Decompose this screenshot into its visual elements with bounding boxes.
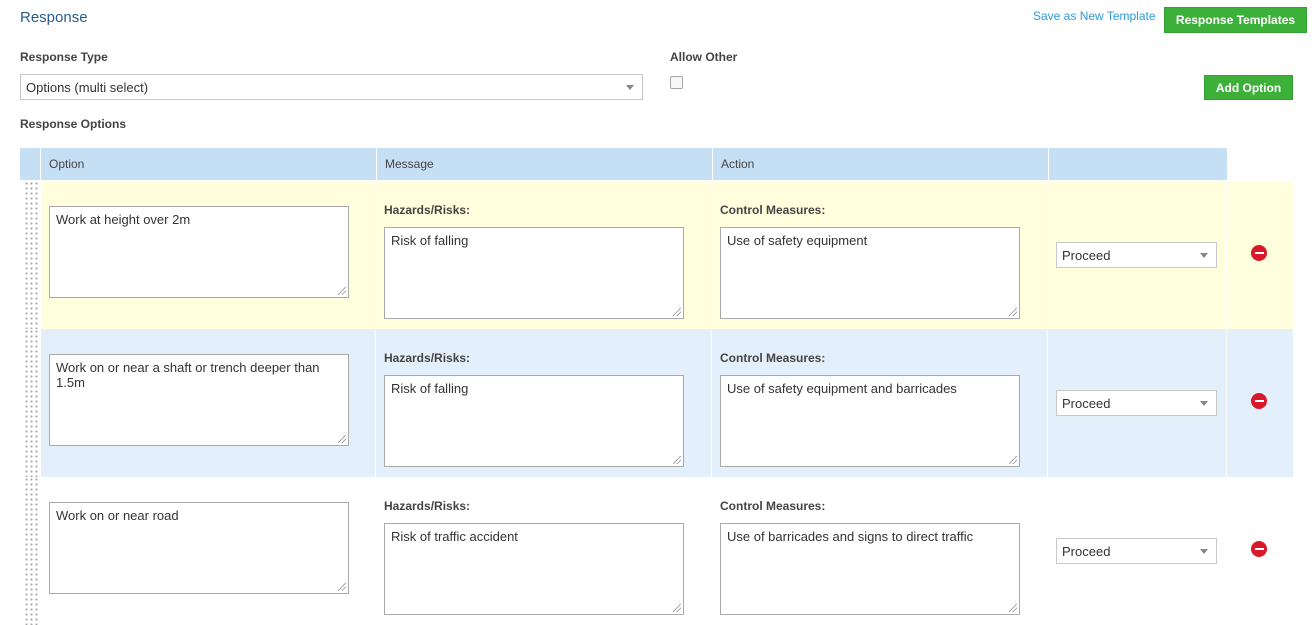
hazards-textarea[interactable]: Risk of falling [384,375,684,467]
chevron-down-icon [626,85,634,90]
action-value: Proceed [1062,543,1111,559]
table-row: Work on or near road Hazards/Risks: Risk… [20,477,1293,625]
column-header-blank [1048,148,1227,180]
chevron-down-icon [1200,401,1208,406]
column-header-action: Action [712,148,1048,180]
remove-icon[interactable] [1251,245,1267,261]
control-measures-text: Use of safety equipment [727,233,868,248]
drag-handle[interactable] [24,329,38,477]
option-textarea[interactable]: Work on or near road [49,502,349,594]
action-value: Proceed [1062,247,1111,263]
control-measures-textarea[interactable]: Use of safety equipment and barricades [720,375,1020,467]
control-measures-label: Control Measures: [720,499,826,513]
control-measures-label: Control Measures: [720,203,826,217]
control-measures-label: Control Measures: [720,351,826,365]
response-templates-button[interactable]: Response Templates [1164,7,1307,33]
resize-grip-icon[interactable] [673,604,681,612]
resize-grip-icon[interactable] [673,456,681,464]
control-measures-textarea[interactable]: Use of barricades and signs to direct tr… [720,523,1020,615]
table-row: Work at height over 2m Hazards/Risks: Ri… [20,181,1293,329]
column-header-message: Message [376,148,712,180]
option-text: Work at height over 2m [56,212,191,227]
resize-grip-icon[interactable] [338,583,346,591]
allow-other-checkbox[interactable] [670,76,683,89]
control-measures-text: Use of barricades and signs to direct tr… [727,529,974,544]
chevron-down-icon [1200,549,1208,554]
option-textarea[interactable]: Work at height over 2m [49,206,349,298]
options-table-header: Option Message Action [20,148,1227,180]
hazards-text: Risk of traffic accident [391,529,518,544]
drag-handle[interactable] [24,477,38,625]
drag-handle[interactable] [24,181,38,329]
hazards-label: Hazards/Risks: [384,499,471,513]
table-row: Work on or near a shaft or trench deeper… [20,329,1293,477]
option-textarea[interactable]: Work on or near a shaft or trench deeper… [49,354,349,446]
response-options-label: Response Options [20,117,127,131]
action-select[interactable]: Proceed [1056,538,1217,564]
control-measures-text: Use of safety equipment and barricades [727,381,957,396]
response-type-select[interactable]: Options (multi select) [20,74,643,100]
hazards-textarea[interactable]: Risk of falling [384,227,684,319]
action-select[interactable]: Proceed [1056,242,1217,268]
resize-grip-icon[interactable] [673,308,681,316]
resize-grip-icon[interactable] [1009,604,1017,612]
action-value: Proceed [1062,395,1111,411]
response-type-label: Response Type [20,50,108,64]
hazards-label: Hazards/Risks: [384,351,471,365]
hazards-text: Risk of falling [391,381,469,396]
resize-grip-icon[interactable] [338,435,346,443]
action-select[interactable]: Proceed [1056,390,1217,416]
option-text: Work on or near road [56,508,179,523]
hazards-text: Risk of falling [391,233,469,248]
column-header-option: Option [40,148,376,180]
section-title: Response [20,9,88,26]
resize-grip-icon[interactable] [1009,456,1017,464]
hazards-label: Hazards/Risks: [384,203,471,217]
hazards-textarea[interactable]: Risk of traffic accident [384,523,684,615]
resize-grip-icon[interactable] [1009,308,1017,316]
resize-grip-icon[interactable] [338,287,346,295]
option-text: Work on or near a shaft or trench deeper… [56,360,320,390]
response-type-value: Options (multi select) [26,79,149,95]
allow-other-label: Allow Other [670,50,738,64]
save-as-template-link[interactable]: Save as New Template [1033,9,1156,23]
remove-icon[interactable] [1251,541,1267,557]
add-option-button[interactable]: Add Option [1204,75,1293,100]
control-measures-textarea[interactable]: Use of safety equipment [720,227,1020,319]
remove-icon[interactable] [1251,393,1267,409]
chevron-down-icon [1200,253,1208,258]
